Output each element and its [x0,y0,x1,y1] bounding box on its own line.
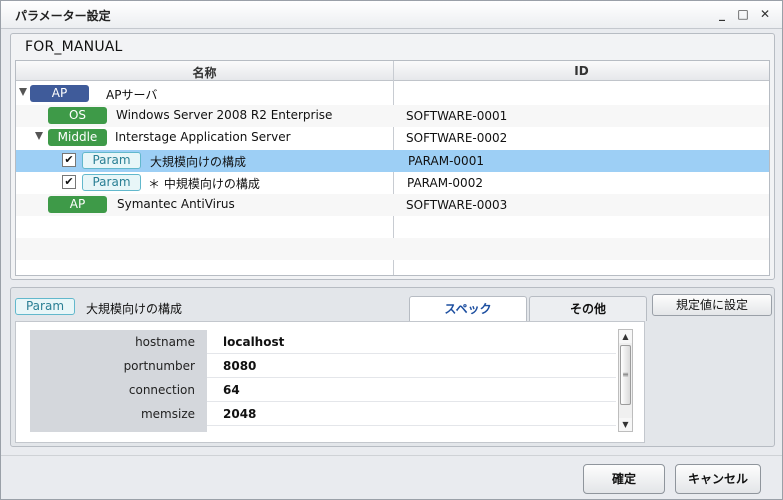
middle-badge: Middle [48,129,107,146]
title-bar: パラメーター設定 _ □ ✕ [1,1,782,29]
spec-value[interactable]: 8080 [223,354,256,378]
ap-badge: AP [30,85,89,102]
scroll-up-icon[interactable]: ▲ [619,330,632,343]
maximize-icon[interactable]: □ [735,6,751,22]
tree-row-param-medium[interactable]: ✔ Param ＊ 中規模向けの構成 PARAM-0002 [16,172,769,194]
dialog-footer: 確定 キャンセル [1,455,782,499]
row-name: 大規模向けの構成 [150,155,247,169]
row-name: APサーバ [106,86,172,103]
spec-key: memsize [30,402,207,426]
spec-value[interactable]: localhost [223,330,284,354]
column-header-name[interactable]: 名称 [16,64,393,81]
row-name: Windows Server 2008 R2 Enterprise [116,108,333,122]
spec-row-memsize[interactable]: memsize 2048 [30,402,616,426]
spec-key: hostname [30,330,207,354]
spec-row-portnumber[interactable]: portnumber 8080 [30,354,616,378]
tree-row-param-large[interactable]: ✔ Param 大規模向けの構成 PARAM-0001 [16,150,769,172]
tab-spec[interactable]: スペック [409,296,527,321]
expand-arrow-icon[interactable] [19,88,27,96]
scroll-thumb[interactable]: ≡ [620,345,631,405]
spec-key: portnumber [30,354,207,378]
param-badge: Param [15,298,75,315]
param-badge: Param [82,174,141,191]
minimize-icon[interactable]: _ [714,6,730,22]
empty-row [16,216,769,238]
spec-row-connection[interactable]: connection 64 [30,378,616,402]
confirm-button[interactable]: 確定 [583,464,665,494]
row-id: SOFTWARE-0003 [406,198,508,212]
spec-key-partial [30,426,207,432]
tree-row-middleware[interactable]: Middle Interstage Application Server SOF… [16,127,769,149]
spec-key: connection [30,378,207,402]
param-large-checkbox[interactable]: ✔ [62,153,76,167]
row-name: Interstage Application Server [115,130,325,144]
row-id: PARAM-0001 [408,154,484,168]
scroll-down-icon[interactable]: ▼ [619,418,632,431]
row-name: ＊ 中規模向けの構成 [148,177,260,191]
empty-row [16,238,769,260]
expand-arrow-icon[interactable] [35,132,43,140]
tab-other[interactable]: その他 [529,296,647,321]
row-id: SOFTWARE-0002 [406,131,508,145]
row-id: PARAM-0002 [407,176,483,190]
spec-value[interactable]: 64 [223,378,240,402]
spec-table-container: hostname localhost portnumber 8080 conne… [15,321,645,443]
param-medium-checkbox[interactable]: ✔ [62,175,76,189]
spec-scrollbar[interactable]: ▲ ≡ ▼ [618,329,633,432]
tree-row-ap-server[interactable]: AP APサーバ [16,83,769,105]
tree-row-antivirus[interactable]: AP Symantec AntiVirus SOFTWARE-0003 [16,194,769,216]
close-icon[interactable]: ✕ [757,6,773,22]
row-name: Symantec AntiVirus [117,197,235,211]
cancel-button[interactable]: キャンセル [675,464,761,494]
parameter-detail-panel: Param 大規模向けの構成 スペック その他 規定値に設定 hostname … [10,287,775,447]
spec-table: hostname localhost portnumber 8080 conne… [30,330,616,432]
os-badge: OS [48,107,107,124]
row-id: SOFTWARE-0001 [406,109,508,123]
column-header-id[interactable]: ID [394,64,769,78]
spec-row-partial [30,426,616,432]
parameter-settings-dialog: パラメーター設定 _ □ ✕ FOR_MANUAL 名称 ID AP APサーバ… [0,0,783,500]
spec-value[interactable]: 2048 [223,402,256,426]
detail-title: 大規模向けの構成 [86,302,183,316]
set-defaults-button[interactable]: 規定値に設定 [652,294,772,316]
ap-badge: AP [48,196,107,213]
window-title: パラメーター設定 [15,9,111,23]
param-badge: Param [82,152,141,169]
panel-title: FOR_MANUAL [25,39,123,55]
spec-row-hostname[interactable]: hostname localhost [30,330,616,354]
tree-row-os[interactable]: OS Windows Server 2008 R2 Enterprise SOF… [16,105,769,127]
software-tree-grid: 名称 ID AP APサーバ OS Windows Server 2008 R2… [15,60,770,276]
configuration-panel: FOR_MANUAL 名称 ID AP APサーバ OS Windows Ser… [10,33,775,280]
